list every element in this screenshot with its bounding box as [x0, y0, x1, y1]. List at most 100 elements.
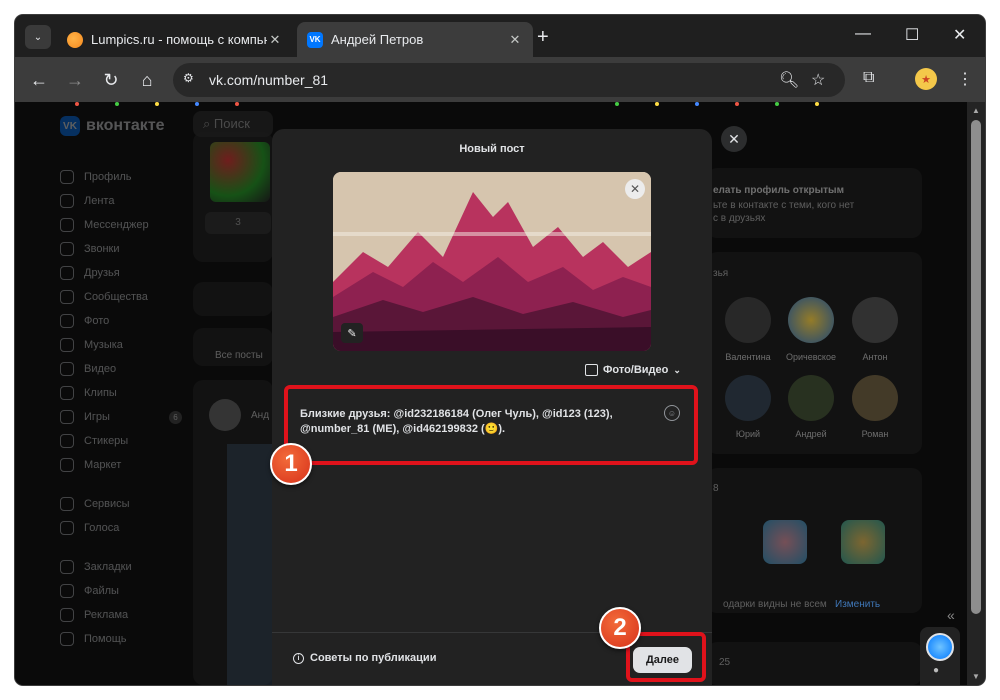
zoom-icon[interactable]: 🔍︎ — [779, 70, 799, 90]
mountain-landscape-image — [333, 172, 651, 351]
edit-image-button[interactable]: ✎ — [341, 323, 363, 343]
sidebar-item-label: Сообщества — [84, 291, 148, 303]
sidebar-item-profile[interactable]: Профиль — [60, 168, 132, 186]
highlight-frame-text — [284, 385, 698, 465]
sidebar-item-bookmarks[interactable]: Закладки — [60, 558, 132, 576]
highlight-frame-next — [626, 632, 706, 682]
messenger-icon — [60, 218, 74, 232]
sidebar-item-games[interactable]: Игры — [60, 408, 110, 426]
tips-label: Советы по публикации — [310, 652, 437, 664]
modal-close-button[interactable]: ✕ — [721, 126, 747, 152]
sidebar-item-calls[interactable]: Звонки — [60, 240, 120, 258]
bg-friend-name: Андрей — [795, 429, 827, 439]
sidebar-item-ads[interactable]: Реклама — [60, 606, 128, 624]
sidebar-item-stickers[interactable]: Стикеры — [60, 432, 128, 450]
bg-friends-title: зья — [713, 268, 729, 279]
tab-lumpics[interactable]: Lumpics.ru - помощь с компьютером ✕ — [57, 22, 293, 57]
bg-friend-avatar — [725, 297, 771, 343]
tab-close-icon[interactable]: ✕ — [267, 32, 283, 48]
close-window-button[interactable]: ✕ — [953, 25, 966, 45]
scroll-down-icon[interactable]: ▼ — [972, 672, 980, 681]
sidebar-item-label: Профиль — [84, 171, 132, 183]
games-badge: 6 — [169, 411, 182, 424]
bg-friend-avatar — [852, 375, 898, 421]
reload-icon[interactable]: ↻ — [99, 68, 123, 92]
profile-icon — [60, 170, 74, 184]
bg-profile-card: 3 — [193, 132, 273, 262]
maximize-button[interactable]: ☐ — [905, 25, 919, 45]
bg-gifts-note: одарки видны не всем — [723, 599, 827, 610]
sidebar-item-photo[interactable]: Фото — [60, 312, 109, 330]
browser-menu-icon[interactable]: ⋮ — [957, 69, 973, 89]
image-icon — [585, 364, 598, 376]
bg-followers-count: 25 — [719, 657, 731, 668]
sidebar-item-feed[interactable]: Лента — [60, 192, 114, 210]
home-icon[interactable]: ⌂ — [135, 68, 159, 92]
chevron-down-icon: ⌄ — [673, 364, 681, 375]
sidebar-item-services[interactable]: Сервисы — [60, 495, 130, 513]
minimize-button[interactable]: — — [855, 25, 871, 43]
sidebar-item-label: Голоса — [84, 522, 120, 534]
bg-friend-avatar — [852, 297, 898, 343]
market-icon — [60, 458, 74, 472]
bg-friend-avatar — [788, 297, 834, 343]
chevron-down-icon: ⌄ — [33, 31, 43, 43]
tab-vk[interactable]: VK Андрей Петров ✕ — [297, 22, 533, 57]
sidebar-item-label: Лента — [84, 195, 115, 207]
sidebar-item-label: Сервисы — [84, 498, 130, 510]
sidebar-item-video[interactable]: Видео — [60, 360, 116, 378]
new-post-modal: Новый пост ✕ ✎ Фото/Видео ⌄ Близкие друз… — [272, 129, 712, 685]
scroll-up-icon[interactable]: ▲ — [972, 106, 980, 115]
video-icon — [60, 362, 74, 376]
tab-title: Lumpics.ru - помощь с компьютером — [91, 32, 267, 47]
sidebar-item-messenger[interactable]: Мессенджер — [60, 216, 149, 234]
modal-title: Новый пост — [459, 143, 525, 155]
vk-logo-icon: VK — [60, 116, 80, 136]
sidebar-item-label: Друзья — [84, 267, 120, 279]
page-scrollbar[interactable]: ▲ ▼ — [967, 102, 985, 685]
bg-followers-card — [707, 642, 922, 685]
bookmark-star-icon[interactable]: ☆ — [811, 70, 825, 90]
info-icon: i — [293, 652, 304, 664]
sidebar-item-clips[interactable]: Клипы — [60, 384, 117, 402]
tab-title: Андрей Петров — [331, 32, 424, 47]
ads-icon — [60, 608, 74, 622]
site-info-icon[interactable]: ⚙ — [183, 71, 203, 89]
step-badge-2: 2 — [599, 607, 641, 649]
chat-bubble-icon[interactable]: ● — [933, 665, 939, 676]
photo-video-button[interactable]: Фото/Видео ⌄ — [585, 364, 681, 376]
scrollbar-thumb[interactable] — [971, 120, 981, 614]
back-icon[interactable]: ← — [27, 68, 51, 92]
sidebar-item-friends[interactable]: Друзья — [60, 264, 120, 282]
address-bar[interactable]: ⚙ vk.com/number_81 🔍︎ ☆ — [173, 63, 845, 97]
sidebar-item-market[interactable]: Маркет — [60, 456, 121, 474]
new-tab-button[interactable]: + — [537, 26, 549, 49]
sidebar-item-votes[interactable]: Голоса — [60, 519, 119, 537]
tab-search-button[interactable]: ⌄ — [25, 25, 51, 49]
vk-logo[interactable]: VK вконтакте — [60, 116, 165, 136]
sidebar-item-files[interactable]: Файлы — [60, 582, 119, 600]
remove-image-button[interactable]: ✕ — [625, 179, 645, 199]
friends-icon — [60, 266, 74, 280]
extensions-icon[interactable]: ⧉ — [863, 69, 874, 87]
browser-window: ⌄ Lumpics.ru - помощь с компьютером ✕ VK… — [15, 15, 985, 685]
sidebar-item-label: Мессенджер — [84, 219, 149, 231]
music-icon — [60, 338, 74, 352]
profile-avatar-icon[interactable]: ★ — [915, 68, 937, 90]
vk-wordmark: вконтакте — [86, 117, 165, 134]
sidebar-item-label: Видео — [84, 363, 117, 375]
bg-friend-name: Валентина — [725, 352, 771, 362]
tab-close-icon[interactable]: ✕ — [507, 32, 523, 48]
bookmarks-icon — [60, 560, 74, 574]
url-text[interactable]: vk.com/number_81 — [209, 72, 328, 88]
votes-icon — [60, 521, 74, 535]
sidebar-item-communities[interactable]: Сообщества — [60, 288, 148, 306]
forward-icon[interactable]: → — [63, 68, 87, 92]
sidebar-item-help[interactable]: Помощь — [60, 630, 127, 648]
publication-tips-link[interactable]: i Советы по публикации — [293, 652, 436, 664]
search-placeholder: Поиск — [213, 116, 250, 131]
sidebar-item-music[interactable]: Музыка — [60, 336, 123, 354]
collapse-chats-icon[interactable]: « — [947, 607, 955, 623]
search-icon: ⌕ — [203, 116, 214, 131]
dock-avatar[interactable] — [926, 633, 954, 661]
